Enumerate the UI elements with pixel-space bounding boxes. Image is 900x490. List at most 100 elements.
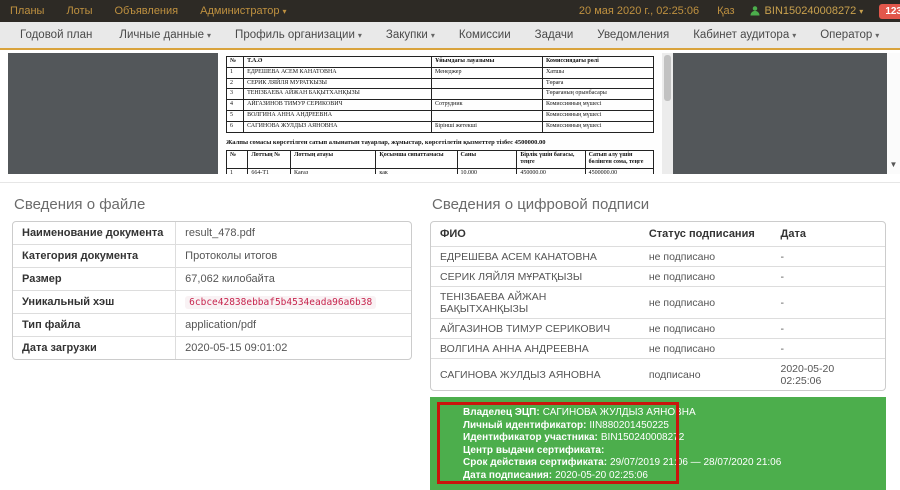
pdf-cell: Саны: [457, 150, 517, 169]
file-hash-value: 6cbce42838ebbaf5b4534eada96a6b38: [185, 296, 376, 309]
user-bin-label: BIN150240008272: [765, 5, 857, 17]
cert-value: САГИНОВА ЖУЛДЫЗ АЯНОВНА: [543, 407, 696, 418]
file-info-value: application/pdf: [176, 313, 411, 336]
cert-label: Идентификатор участника:: [463, 432, 598, 443]
pdf-cell: Комиссияның мүшесі: [542, 100, 653, 111]
pdf-table-row: 1ЕДРЕШЕВА АСЕМ КАНАТОВНАМенеджерХатшы: [227, 67, 654, 78]
pdf-cell: Комиссияның мүшесі: [542, 110, 653, 121]
file-info-value: result_478.pdf: [176, 222, 411, 244]
menu-administrator[interactable]: Администратор▾: [200, 5, 286, 17]
date-cell: -: [771, 266, 885, 286]
pdf-cell: СЕРИК ЛЯЙЛЯ МУРАТКЫЗЫ: [244, 78, 432, 89]
signature-row: ЕДРЕШЕВА АСЕМ КАНАТОВНАне подписано-: [431, 246, 885, 266]
nav-procurements[interactable]: Закупки▾: [374, 29, 447, 41]
cert-label: Центр выдачи сертификата:: [463, 445, 604, 456]
pdf-cell: 4500000.00: [585, 169, 653, 174]
pdf-cell: Комиссияның мүшесі: [542, 121, 653, 132]
nav-auditor-cabinet[interactable]: Кабинет аудитора▾: [681, 29, 808, 41]
nav-label: Уведомления: [597, 29, 669, 41]
notifications-badge[interactable]: 123: [879, 4, 900, 19]
scrollbar-thumb[interactable]: [664, 55, 671, 101]
nav-org-profile[interactable]: Профиль организации▾: [223, 29, 374, 41]
nav-label: Личные данные: [119, 29, 204, 41]
nav-label: Задачи: [535, 29, 574, 41]
cert-signdate-line: Дата подписания:2020-05-20 02:25:06: [463, 470, 876, 483]
date-cell: 2020-05-20 02:25:06: [771, 358, 885, 390]
nav-label: Комиссии: [459, 29, 511, 41]
user-menu[interactable]: BIN150240008272▾: [765, 5, 864, 17]
current-datetime: 20 мая 2020 г., 02:25:06: [579, 5, 699, 17]
menu-plans[interactable]: Планы: [10, 5, 44, 17]
signature-row: ТЕНІЗБАЕВА АЙЖАН БАҚЫТХАНҚЫЗЫне подписан…: [431, 286, 885, 318]
pdf-viewer-section: № Т.А.Ә Ұйымдағы лауазымы Комиссиядағы р…: [0, 53, 900, 174]
nav-contracts[interactable]: Договоры: [891, 29, 900, 41]
chevron-down-icon: ▾: [875, 31, 879, 40]
pdf-table-row: 5ВОЛГИНА АННА АНДРЕЕВНАКомиссияның мүшес…: [227, 110, 654, 121]
cert-label: Дата подписания:: [463, 470, 552, 481]
cert-owner-line: Владелец ЭЦП:САГИНОВА ЖУЛДЫЗ АЯНОВНА: [463, 407, 876, 420]
menu-announcements[interactable]: Объявления: [114, 5, 178, 17]
fio-cell: АЙГАЗИНОВ ТИМУР СЕРИКОВИЧ: [431, 318, 640, 338]
status-cell: не подписано: [640, 338, 772, 358]
chevron-down-icon: ▾: [358, 31, 362, 40]
pdf-table-header-row: № Т.А.Ә Ұйымдағы лауазымы Комиссиядағы р…: [227, 57, 654, 68]
pdf-cell: ЕДРЕШЕВА АСЕМ КАНАТОВНА: [244, 67, 432, 78]
pdf-cell: [431, 78, 542, 89]
pdf-table-row: 2СЕРИК ЛЯЙЛЯ МУРАТКЫЗЫТөраға: [227, 78, 654, 89]
pdf-inner-scrollbar[interactable]: [662, 53, 673, 174]
fio-cell: САГИНОВА ЖУЛДЫЗ АЯНОВНА: [431, 358, 640, 390]
pdf-table-row: 6САГИНОВА ЖУЛДЫЗ АЯНОВНАБірінші жетекшіК…: [227, 121, 654, 132]
cert-value: 2020-05-20 02:25:06: [555, 470, 648, 481]
nav-operator[interactable]: Оператор▾: [808, 29, 891, 41]
nav-notifications[interactable]: Уведомления: [585, 29, 681, 41]
pdf-cell: как: [376, 169, 457, 174]
date-header: Дата: [771, 222, 885, 246]
cert-personal-id-line: Личный идентификатор:IIN880201450225: [463, 420, 876, 433]
pdf-table-row: 3ТЕНІЗБАЕВА АЙЖАН БАҚЫТХАНҚЫЗЫТөрағаның …: [227, 89, 654, 100]
pdf-cell: Сотрудник: [431, 100, 542, 111]
nav-personal-data[interactable]: Личные данные▾: [107, 29, 223, 41]
nav-label: Профиль организации: [235, 29, 355, 41]
pdf-cell: Ұйымдағы лауазымы: [431, 57, 542, 68]
chevron-down-icon: ▾: [431, 31, 435, 40]
file-info-label: Уникальный хэш: [13, 290, 176, 313]
file-info-label: Тип файла: [13, 313, 176, 336]
pdf-cell: Комиссиядағы рөлі: [542, 57, 653, 68]
file-info-row: Категория документа Протоколы итогов: [13, 244, 411, 267]
pdf-cell: Лоттың атауы: [291, 150, 376, 169]
cert-authority-line: Центр выдачи сертификата:: [463, 445, 876, 458]
status-cell: не подписано: [640, 286, 772, 318]
user-icon: [749, 5, 761, 18]
nav-tasks[interactable]: Задачи: [523, 29, 586, 41]
cert-value: BIN150240008272: [601, 432, 684, 443]
nav-label: Закупки: [386, 29, 428, 41]
pdf-cell: Төрағаның орынбасары: [542, 89, 653, 100]
pdf-cell: 10.000: [457, 169, 517, 174]
file-info-section: Сведения о файле Наименование документа …: [12, 183, 412, 490]
menu-administrator-label: Администратор: [200, 5, 279, 17]
pdf-cell: [431, 110, 542, 121]
signature-row: СЕРИК ЛЯЙЛЯ МҰРАТҚЫЗЫне подписано-: [431, 266, 885, 286]
file-info-label: Наименование документа: [13, 222, 176, 244]
language-switcher[interactable]: Қаз: [717, 5, 734, 17]
details-section: Сведения о файле Наименование документа …: [0, 183, 900, 490]
pdf-viewer[interactable]: № Т.А.Ә Ұйымдағы лауазымы Комиссиядағы р…: [8, 53, 887, 174]
pdf-cell: Қағаз: [291, 169, 376, 174]
fio-cell: ВОЛГИНА АННА АНДРЕЕВНА: [431, 338, 640, 358]
chevron-down-icon: ▾: [207, 31, 211, 40]
cert-value: 29/07/2019 21:06 — 28/07/2020 21:06: [610, 457, 781, 468]
viewer-scrollbar[interactable]: ▼: [887, 53, 900, 174]
menu-lots[interactable]: Лоты: [66, 5, 92, 17]
pdf-table-header-row: № Лоттың № Лоттың атауы Қосымша сипаттам…: [227, 150, 654, 169]
signature-table: ФИО Статус подписания Дата ЕДРЕШЕВА АСЕМ…: [430, 221, 886, 391]
status-cell: подписано: [640, 358, 772, 390]
nav-annual-plan[interactable]: Годовой план: [8, 29, 107, 41]
file-info-title: Сведения о файле: [14, 196, 412, 213]
nav-commissions[interactable]: Комиссии: [447, 29, 523, 41]
scroll-down-icon[interactable]: ▼: [890, 160, 898, 169]
file-info-value: 67,062 килобайта: [176, 267, 411, 290]
status-header: Статус подписания: [640, 222, 772, 246]
chevron-down-icon: ▾: [859, 7, 863, 16]
file-info-value: Протоколы итогов: [176, 244, 411, 267]
pdf-page: № Т.А.Ә Ұйымдағы лауазымы Комиссиядағы р…: [218, 53, 662, 174]
